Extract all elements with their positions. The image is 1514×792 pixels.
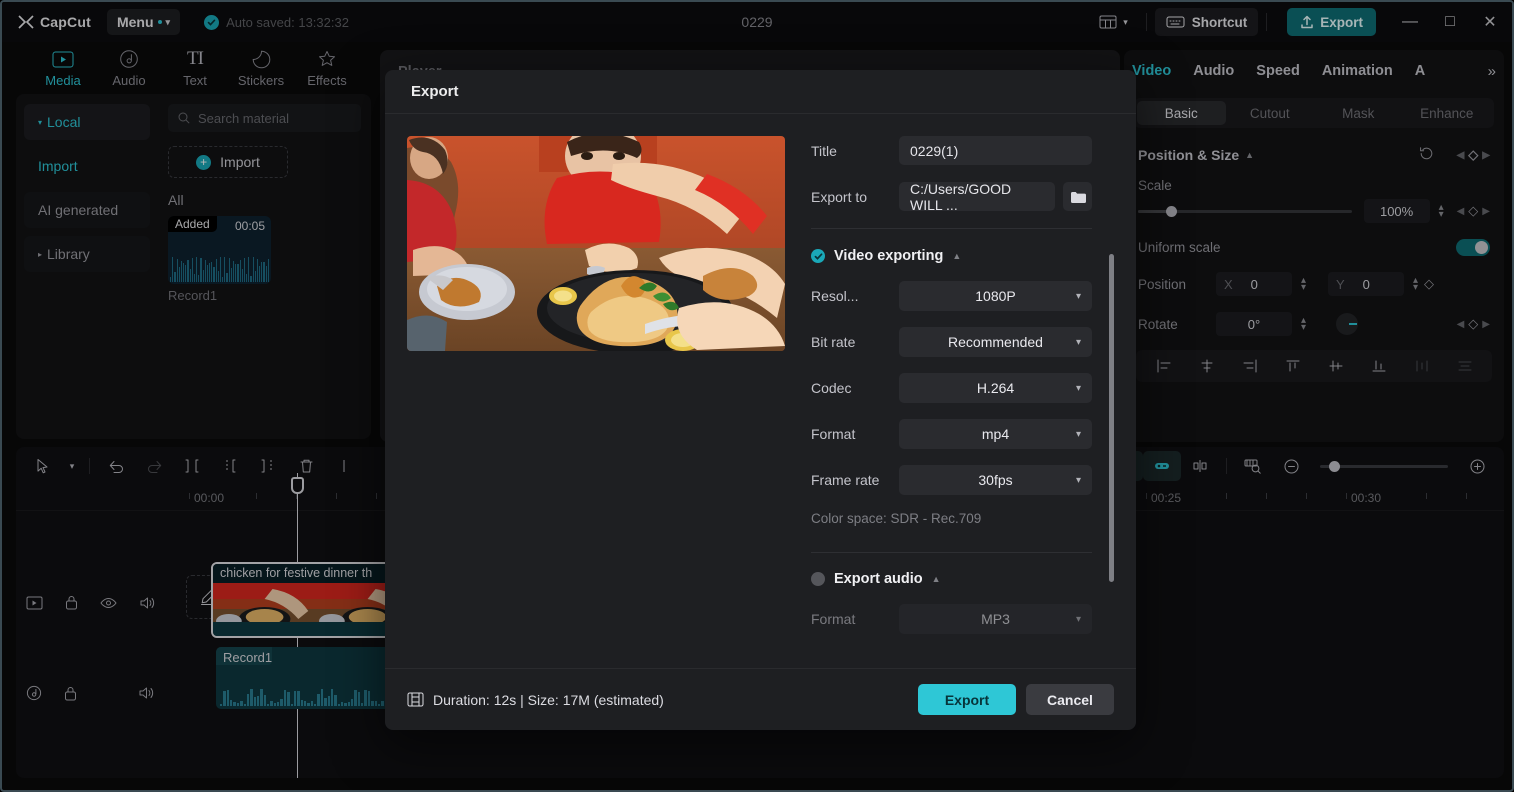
framerate-value: 30fps xyxy=(978,472,1012,488)
browse-folder-button[interactable] xyxy=(1063,182,1092,211)
title-field-row: Title 0229(1) xyxy=(811,136,1092,165)
chevron-down-icon: ▾ xyxy=(1076,291,1081,302)
chevron-down-icon: ▾ xyxy=(1076,429,1081,440)
codec-row: Codec H.264 ▾ xyxy=(811,373,1092,403)
export-preview-thumbnail xyxy=(407,136,785,351)
export-form: Title 0229(1) Export to C:/Users/GOOD WI… xyxy=(811,136,1114,668)
codec-select[interactable]: H.264 ▾ xyxy=(899,373,1092,403)
chevron-up-icon[interactable]: ▲ xyxy=(932,574,941,584)
audio-format-select[interactable]: MP3 ▾ xyxy=(899,604,1092,634)
cancel-button[interactable]: Cancel xyxy=(1026,684,1114,715)
bitrate-value: Recommended xyxy=(948,334,1043,350)
footer-buttons: Export Cancel xyxy=(918,684,1114,715)
film-icon xyxy=(407,692,424,707)
capcut-window: CapCut Menu ▾ Auto saved: 13:32:32 0229 … xyxy=(0,0,1514,792)
audio-section-header: Export audio ▲ xyxy=(811,571,1092,587)
divider xyxy=(811,228,1092,229)
title-input[interactable]: 0229(1) xyxy=(899,136,1092,165)
format-select[interactable]: mp4 ▾ xyxy=(899,419,1092,449)
framerate-select[interactable]: 30fps ▾ xyxy=(899,465,1092,495)
export-audio-checkbox[interactable] xyxy=(811,572,825,586)
resolution-label: Resol... xyxy=(811,288,899,304)
chevron-down-icon: ▾ xyxy=(1076,337,1081,348)
chevron-down-icon: ▾ xyxy=(1076,475,1081,486)
title-field-label: Title xyxy=(811,143,899,159)
resolution-value: 1080P xyxy=(975,288,1015,304)
bitrate-select[interactable]: Recommended ▾ xyxy=(899,327,1092,357)
video-exporting-checkbox[interactable] xyxy=(811,249,825,263)
format-value: mp4 xyxy=(982,426,1009,442)
bitrate-label: Bit rate xyxy=(811,334,899,350)
audio-format-label: Format xyxy=(811,611,899,627)
color-space-note: Color space: SDR - Rec.709 xyxy=(811,511,1092,526)
resolution-select[interactable]: 1080P ▾ xyxy=(899,281,1092,311)
audio-format-row: Format MP3 ▾ xyxy=(811,604,1092,634)
codec-value: H.264 xyxy=(977,380,1014,396)
export-dialog: Export xyxy=(385,70,1136,730)
resolution-row: Resol... 1080P ▾ xyxy=(811,281,1092,311)
export-to-field-row: Export to C:/Users/GOOD WILL ... xyxy=(811,182,1092,211)
export-confirm-button[interactable]: Export xyxy=(918,684,1016,715)
codec-label: Codec xyxy=(811,380,899,396)
audio-format-value: MP3 xyxy=(981,611,1010,627)
form-scrollbar[interactable] xyxy=(1109,254,1114,582)
dialog-body: Title 0229(1) Export to C:/Users/GOOD WI… xyxy=(385,114,1136,668)
export-path-input[interactable]: C:/Users/GOOD WILL ... xyxy=(899,182,1055,211)
chevron-up-icon[interactable]: ▲ xyxy=(952,251,961,261)
divider xyxy=(811,552,1092,553)
video-section-header: Video exporting ▲ xyxy=(811,248,1092,264)
chevron-down-icon: ▾ xyxy=(1076,614,1081,625)
dialog-title: Export xyxy=(385,70,1136,114)
bitrate-row: Bit rate Recommended ▾ xyxy=(811,327,1092,357)
duration-size-info: Duration: 12s | Size: 17M (estimated) xyxy=(407,692,664,708)
framerate-row: Frame rate 30fps ▾ xyxy=(811,465,1092,495)
duration-size-text: Duration: 12s | Size: 17M (estimated) xyxy=(433,692,664,708)
audio-section-title: Export audio xyxy=(834,571,923,587)
preview-image xyxy=(407,136,785,351)
folder-icon xyxy=(1070,190,1086,204)
format-label: Format xyxy=(811,426,899,442)
video-section-title: Video exporting xyxy=(834,248,943,264)
framerate-label: Frame rate xyxy=(811,472,899,488)
export-to-label: Export to xyxy=(811,189,899,205)
chevron-down-icon: ▾ xyxy=(1076,383,1081,394)
dialog-footer: Duration: 12s | Size: 17M (estimated) Ex… xyxy=(385,668,1136,730)
format-row: Format mp4 ▾ xyxy=(811,419,1092,449)
